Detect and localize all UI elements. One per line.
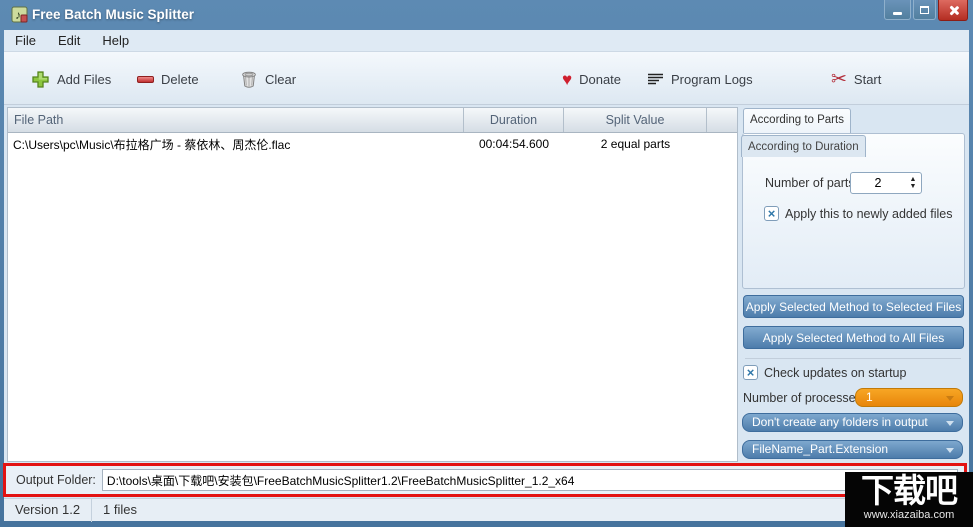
cell-split-value: 2 equal parts [564,137,707,151]
number-of-parts-label: Number of parts: [765,176,858,190]
toolbar-button-label: Clear [265,72,296,87]
xiazaiba-watermark: 下载吧 www.xiazaiba.com [845,472,973,527]
cell-file-path: C:\Users\pc\Music\布拉格广场 - 蔡依林、周杰伦.flac [8,136,464,153]
toolbar: Add Files Delete Clear ♥ Donate Program … [4,52,969,105]
check-updates-label: Check updates on startup [764,366,906,380]
close-button[interactable] [938,0,968,21]
minimize-button[interactable] [884,0,911,20]
tab-according-to-duration[interactable]: According to Duration [741,135,866,157]
output-folder-input[interactable] [102,469,958,491]
table-row[interactable]: C:\Users\pc\Music\布拉格广场 - 蔡依林、周杰伦.flac 0… [8,133,737,155]
number-of-parts-row: Number of parts: 2 ▲ ▼ [743,172,964,194]
menu-edit[interactable]: Edit [47,30,91,52]
program-logs-icon [647,72,664,87]
spin-down-icon[interactable]: ▼ [910,183,917,190]
split-method-tabs: According to PartsAccording to Duration [741,107,967,134]
toolbar-button-label: Start [854,72,881,87]
file-table-header: File Path Duration Split Value [8,108,737,133]
menu-help[interactable]: Help [91,30,140,52]
status-bar: Version 1.2 1 files [4,498,969,521]
chevron-down-icon [946,421,954,426]
apply-selected-method-selected-files-button[interactable]: Apply Selected Method to Selected Files [743,295,964,318]
apply-to-new-files-checkbox[interactable]: × [764,206,779,221]
app-window: ♪ Free Batch Music Splitter File Edit He… [0,0,973,527]
file-table: File Path Duration Split Value C:\Users\… [7,107,738,462]
number-of-processes-label: Number of processes: [743,391,865,405]
menu-file[interactable]: File [4,30,47,52]
add-files-button[interactable]: Add Files [26,65,116,93]
watermark-title: 下载吧 [845,473,973,509]
number-of-processes-value: 1 [866,390,873,404]
start-button[interactable]: ✂ Start [826,65,886,93]
start-scissors-icon: ✂ [831,70,847,89]
window-title: Free Batch Music Splitter [32,0,194,30]
filename-pattern-select[interactable]: FileName_Part.Extension [742,440,963,459]
output-folder-label: Output Folder: [16,473,96,487]
filename-pattern-value: FileName_Part.Extension [752,442,888,456]
chevron-down-icon [946,448,954,453]
chevron-down-icon [946,396,954,401]
donate-heart-icon: ♥ [562,71,572,88]
apply-selected-method-all-files-button[interactable]: Apply Selected Method to All Files [743,326,964,349]
number-of-processes-select[interactable]: 1 [855,388,963,407]
apply-to-new-files-label: Apply this to newly added files [785,207,952,221]
add-files-plus-icon [31,70,50,89]
donate-button[interactable]: ♥ Donate [557,65,626,93]
minimize-icon [893,12,902,15]
toolbar-button-label: Donate [579,72,621,87]
column-header-file-path[interactable]: File Path [8,108,464,132]
maximize-button[interactable] [913,0,936,20]
column-header-duration[interactable]: Duration [464,108,564,132]
check-updates-checkbox[interactable]: × [743,365,758,380]
menu-bar: File Edit Help [4,30,969,52]
toolbar-button-label: Delete [161,72,199,87]
output-folder-bar: Output Folder: [3,463,967,497]
panel-divider [745,358,961,359]
delete-minus-icon [137,76,154,83]
output-folders-value: Don't create any folders in output [752,415,928,429]
title-bar: ♪ Free Batch Music Splitter [0,0,973,30]
clear-trash-icon [240,70,258,89]
output-folders-select[interactable]: Don't create any folders in output [742,413,963,432]
check-updates-checkbox-row[interactable]: × Check updates on startup [743,365,906,380]
split-settings-panel: According to PartsAccording to Duration … [741,107,967,462]
program-logs-button[interactable]: Program Logs [642,65,758,93]
toolbar-button-label: Add Files [57,72,111,87]
spin-up-icon[interactable]: ▲ [910,176,917,183]
maximize-icon [920,6,929,14]
number-of-parts-value[interactable]: 2 [851,173,905,193]
tab-according-to-parts[interactable]: According to Parts [743,108,851,133]
close-icon [948,5,959,16]
stepper-arrows[interactable]: ▲ ▼ [905,173,921,193]
cell-duration: 00:04:54.600 [464,137,564,151]
watermark-url: www.xiazaiba.com [845,509,973,522]
column-header-split-value[interactable]: Split Value [564,108,707,132]
number-of-parts-stepper[interactable]: 2 ▲ ▼ [850,172,922,194]
toolbar-button-label: Program Logs [671,72,753,87]
number-of-processes-row: Number of processes: 1 [743,388,965,407]
svg-text:♪: ♪ [15,8,21,22]
clear-button[interactable]: Clear [235,65,301,93]
delete-button[interactable]: Delete [132,65,204,93]
column-header-filler [707,108,737,132]
apply-to-new-files-checkbox-row[interactable]: × Apply this to newly added files [764,206,952,221]
version-label: Version 1.2 [4,499,92,522]
app-icon: ♪ [11,6,28,23]
file-count-label: 1 files [92,499,148,522]
